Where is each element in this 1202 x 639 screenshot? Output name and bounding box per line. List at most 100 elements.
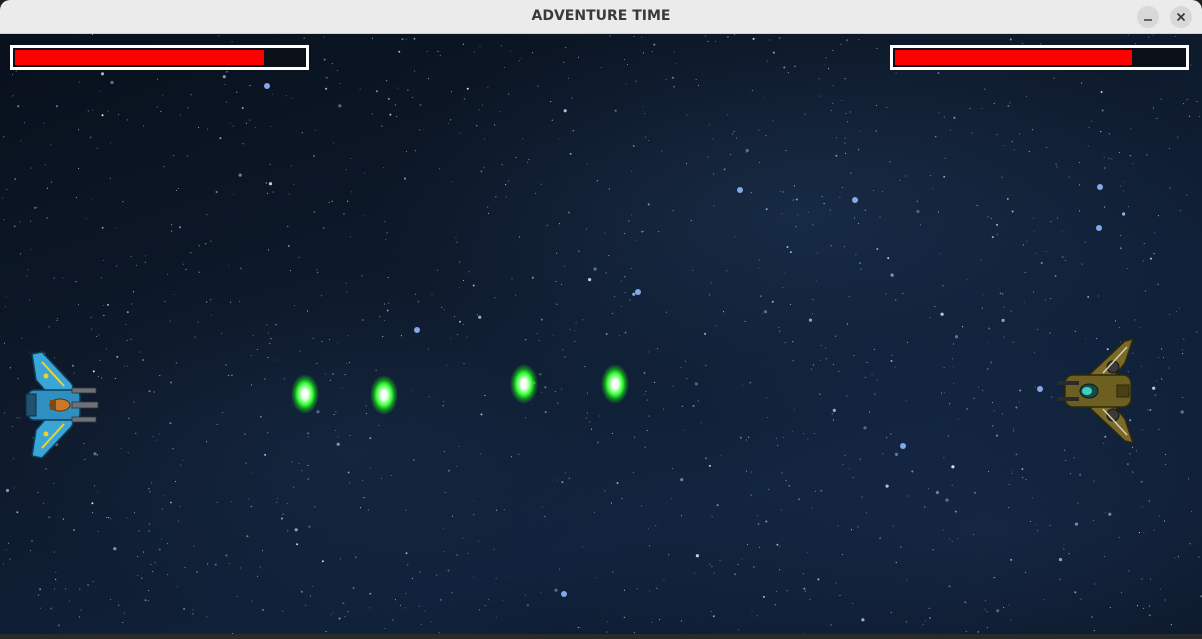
star bbox=[222, 75, 226, 79]
star bbox=[1153, 529, 1155, 531]
star bbox=[457, 334, 459, 336]
star bbox=[137, 555, 139, 558]
star bbox=[980, 259, 982, 261]
star bbox=[192, 609, 194, 611]
star bbox=[307, 432, 310, 435]
star bbox=[413, 459, 415, 461]
close-button[interactable] bbox=[1170, 6, 1192, 28]
star bbox=[89, 136, 92, 139]
star bbox=[992, 425, 994, 427]
star bbox=[1033, 352, 1035, 354]
star bbox=[405, 592, 407, 595]
star bbox=[299, 350, 301, 352]
star bbox=[496, 509, 498, 511]
star bbox=[1050, 297, 1052, 300]
star bbox=[1054, 274, 1057, 277]
star bbox=[349, 482, 351, 484]
star bbox=[30, 220, 32, 222]
star bbox=[36, 206, 38, 208]
star bbox=[789, 303, 791, 305]
star bbox=[803, 433, 805, 435]
star bbox=[756, 615, 758, 617]
star bbox=[848, 296, 850, 298]
star bbox=[109, 142, 112, 144]
star bbox=[347, 471, 350, 474]
star bbox=[291, 461, 293, 463]
star bbox=[835, 582, 837, 584]
star bbox=[80, 609, 82, 611]
star bbox=[107, 110, 109, 112]
game-canvas[interactable] bbox=[0, 34, 1202, 634]
star bbox=[62, 277, 64, 279]
star bbox=[450, 91, 453, 93]
star bbox=[244, 433, 246, 435]
star bbox=[158, 548, 161, 551]
star bbox=[1100, 91, 1103, 93]
star bbox=[940, 392, 943, 394]
title-bar[interactable]: ADVENTURE TIME bbox=[0, 0, 1202, 34]
star bbox=[270, 125, 272, 128]
star bbox=[986, 626, 988, 629]
star bbox=[620, 280, 622, 282]
star bbox=[55, 571, 57, 573]
star bbox=[456, 241, 458, 243]
star bbox=[568, 477, 570, 479]
bright-star bbox=[1097, 184, 1103, 190]
star bbox=[697, 400, 699, 402]
star bbox=[624, 331, 627, 334]
star bbox=[222, 412, 224, 414]
star bbox=[404, 177, 406, 179]
star bbox=[478, 315, 482, 319]
star bbox=[427, 348, 429, 350]
star bbox=[303, 37, 305, 39]
star bbox=[480, 170, 483, 173]
star bbox=[495, 578, 497, 580]
star bbox=[1123, 190, 1125, 192]
star bbox=[996, 134, 998, 136]
star bbox=[1119, 247, 1122, 250]
star bbox=[79, 588, 81, 590]
star bbox=[795, 226, 797, 228]
star bbox=[133, 512, 136, 514]
star bbox=[314, 130, 316, 132]
star bbox=[169, 320, 171, 322]
star bbox=[1022, 477, 1024, 479]
star bbox=[853, 217, 856, 219]
star bbox=[787, 72, 789, 74]
star bbox=[803, 587, 806, 590]
star bbox=[1168, 147, 1170, 150]
star bbox=[159, 375, 161, 377]
star bbox=[540, 183, 542, 185]
star bbox=[1026, 240, 1028, 242]
star bbox=[394, 104, 396, 106]
star bbox=[291, 97, 293, 99]
star bbox=[307, 310, 309, 312]
star bbox=[369, 437, 372, 440]
star bbox=[443, 309, 445, 311]
star bbox=[1073, 457, 1075, 459]
star bbox=[556, 252, 558, 254]
star bbox=[987, 216, 989, 218]
star bbox=[380, 477, 382, 479]
star bbox=[1141, 429, 1143, 431]
star bbox=[623, 616, 625, 618]
star bbox=[988, 327, 991, 330]
star bbox=[1040, 262, 1043, 264]
star bbox=[841, 186, 844, 189]
star bbox=[623, 59, 626, 61]
star bbox=[1177, 556, 1180, 558]
laser-bolt bbox=[585, 354, 645, 414]
star bbox=[895, 72, 897, 74]
star bbox=[707, 40, 709, 42]
star bbox=[838, 370, 840, 372]
minimize-button[interactable] bbox=[1137, 6, 1159, 28]
star bbox=[536, 332, 538, 334]
starfield-background bbox=[1, 34, 1202, 634]
star bbox=[1084, 241, 1086, 243]
star bbox=[868, 411, 871, 413]
star bbox=[1198, 556, 1200, 558]
star bbox=[858, 149, 860, 151]
star bbox=[577, 56, 580, 58]
star bbox=[1136, 605, 1139, 607]
star bbox=[987, 342, 989, 344]
